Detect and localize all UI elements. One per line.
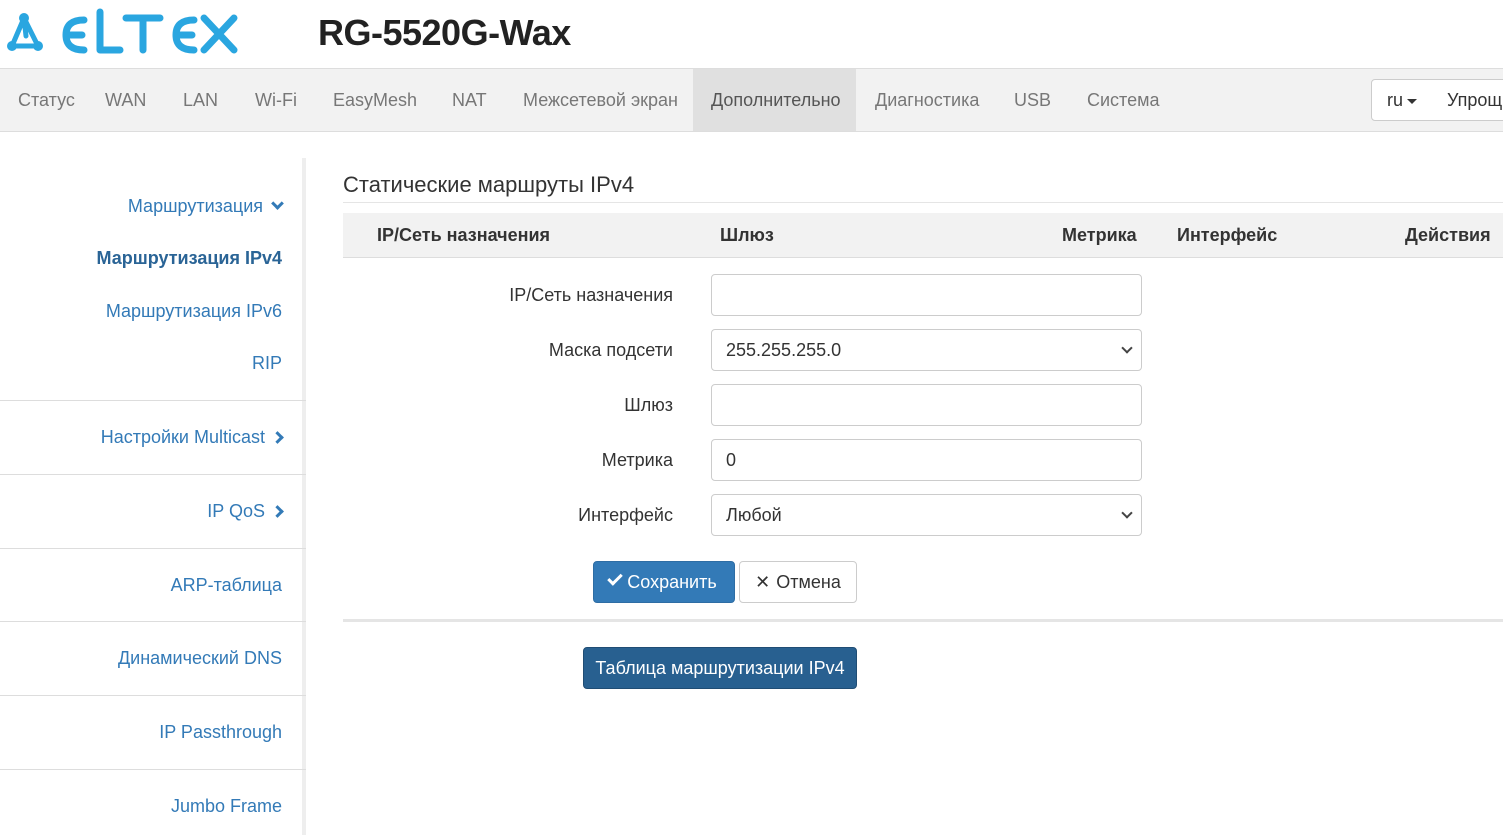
- main-navbar: Статус WAN LAN Wi-Fi EasyMesh NAT Межсет…: [0, 68, 1503, 132]
- chevron-right-icon: [271, 505, 284, 518]
- nav-item-system[interactable]: Система: [1069, 69, 1178, 131]
- chevron-down-icon: [1121, 507, 1133, 519]
- page-title: Статические маршруты IPv4: [343, 172, 635, 197]
- eltex-logo[interactable]: [4, 6, 244, 56]
- column-header-interface: Интерфейс: [1177, 225, 1278, 245]
- nav-item-usb[interactable]: USB: [996, 69, 1069, 131]
- section-divider: [343, 619, 1503, 622]
- save-button[interactable]: Сохранить: [593, 561, 735, 603]
- sidebar-divider: [0, 621, 306, 622]
- title-divider: [343, 202, 1503, 203]
- nav-item-firewall[interactable]: Межсетевой экран: [505, 69, 696, 131]
- sidebar-divider: [0, 400, 306, 401]
- sidebar-item-jumbo-frame[interactable]: Jumbo Frame: [171, 796, 282, 817]
- sidebar-item-label: Маршрутизация: [127, 196, 263, 216]
- column-header-gateway: Шлюз: [720, 225, 774, 245]
- mode-button[interactable]: Упрощ: [1432, 79, 1503, 121]
- sidebar-item-label: IP QoS: [207, 501, 265, 521]
- save-button-label: Сохранить: [627, 572, 717, 592]
- nav-item-easymesh[interactable]: EasyMesh: [315, 69, 435, 131]
- nav-item-diagnostics[interactable]: Диагностика: [857, 69, 997, 131]
- sidebar-item-multicast[interactable]: Настройки Multicast: [100, 427, 284, 448]
- nav-item-wifi[interactable]: Wi-Fi: [237, 69, 315, 131]
- nav-item-wan[interactable]: WAN: [87, 69, 164, 131]
- nav-item-lan[interactable]: LAN: [165, 69, 236, 131]
- nav-item-status[interactable]: Статус: [0, 69, 93, 131]
- subnet-mask-label: Маска подсети: [548, 340, 673, 360]
- sidebar-item-rip[interactable]: RIP: [252, 353, 282, 374]
- chevron-down-icon: [1121, 342, 1133, 354]
- interface-value: Любой: [726, 505, 782, 525]
- gateway-label: Шлюз: [624, 395, 673, 415]
- subnet-mask-select[interactable]: 255.255.255.0: [711, 329, 1142, 371]
- caret-down-icon: [1407, 98, 1418, 104]
- check-icon: [607, 570, 624, 586]
- sidebar-divider: [0, 695, 306, 696]
- column-header-metric: Метрика: [1062, 225, 1137, 245]
- interface-label: Интерфейс: [578, 505, 673, 525]
- sidebar-item-label: Настройки Multicast: [100, 427, 265, 447]
- sidebar-item-dynamic-dns[interactable]: Динамический DNS: [118, 648, 282, 669]
- language-dropdown[interactable]: ru: [1371, 79, 1433, 121]
- destination-input[interactable]: [711, 274, 1142, 316]
- chevron-right-icon: [271, 431, 284, 444]
- subnet-mask-value: 255.255.255.0: [726, 340, 842, 360]
- routes-table-header: IP/Сеть назначения Шлюз Метрика Интерфей…: [343, 213, 1503, 258]
- column-header-actions: Действия: [1405, 225, 1491, 245]
- sidebar-item-ip-qos[interactable]: IP QoS: [207, 501, 284, 522]
- close-icon: ✕: [755, 572, 771, 592]
- column-header-destination: IP/Сеть назначения: [377, 225, 551, 245]
- routing-table-button[interactable]: Таблица маршрутизации IPv4: [583, 647, 857, 689]
- sidebar-divider: [0, 769, 306, 770]
- sidebar-item-routing-ipv4[interactable]: Маршрутизация IPv4: [97, 248, 282, 269]
- nav-item-advanced[interactable]: Дополнительно: [693, 69, 856, 131]
- metric-input[interactable]: [711, 439, 1142, 481]
- sidebar-item-arp-table[interactable]: ARP-таблица: [171, 575, 282, 596]
- destination-label: IP/Сеть назначения: [509, 285, 673, 305]
- nav-item-nat[interactable]: NAT: [434, 69, 505, 131]
- sidebar-item-routing-ipv6[interactable]: Маршрутизация IPv6: [106, 301, 282, 322]
- gateway-input[interactable]: [711, 384, 1142, 426]
- sidebar-item-routing[interactable]: Маршрутизация: [127, 196, 284, 217]
- sidebar: Маршрутизация Маршрутизация IPv4 Маршрут…: [0, 158, 306, 835]
- sidebar-item-ip-passthrough[interactable]: IP Passthrough: [159, 722, 282, 743]
- metric-label: Метрика: [601, 450, 673, 470]
- chevron-down-icon: [271, 197, 284, 210]
- cancel-button-label: Отмена: [776, 572, 841, 592]
- interface-select[interactable]: Любой: [711, 494, 1142, 536]
- sidebar-divider: [0, 548, 306, 549]
- header: RG-5520G-Wax: [0, 0, 1503, 68]
- device-title: RG-5520G-Wax: [318, 12, 571, 53]
- sidebar-divider: [0, 474, 306, 475]
- language-value: ru: [1387, 90, 1404, 110]
- cancel-button[interactable]: ✕ Отмена: [739, 561, 857, 603]
